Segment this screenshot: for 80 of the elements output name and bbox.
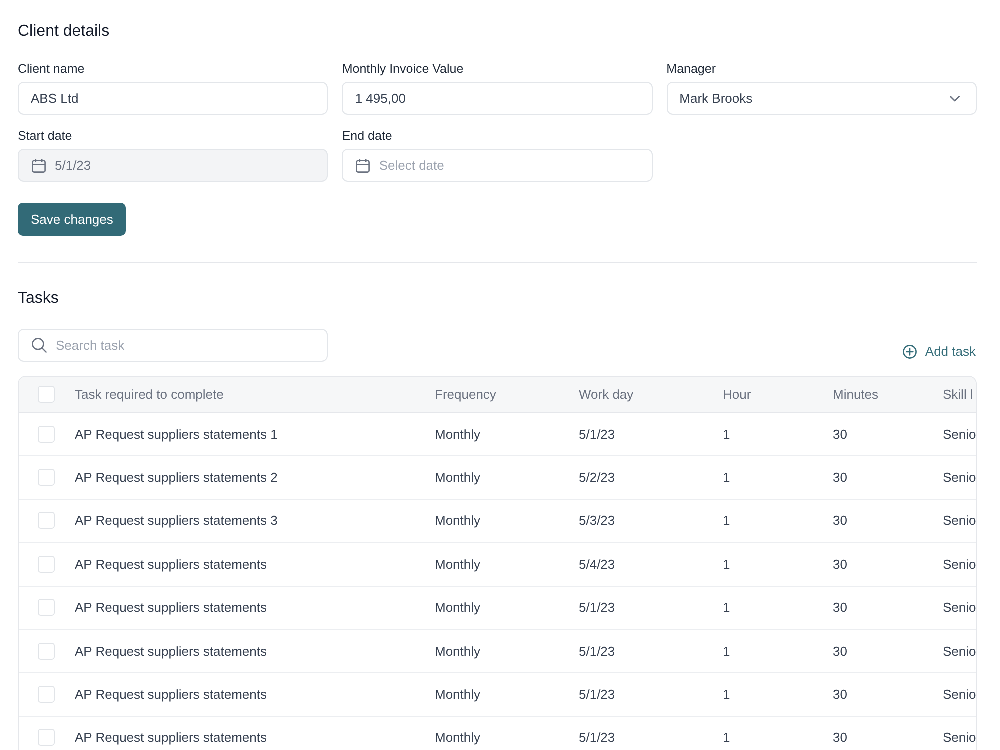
table-cell: AP Request suppliers statements [75, 600, 267, 616]
table-cell: 5/1/23 [579, 687, 616, 702]
table-cell: 1 [723, 644, 730, 659]
select-all-checkbox[interactable] [38, 386, 55, 403]
table-cell: Senio [943, 730, 976, 746]
table-cell: AP Request suppliers statements [75, 730, 267, 746]
table-cell: Monthly [435, 470, 481, 486]
table-cell: 5/4/23 [579, 556, 616, 572]
column-header: Task required to complete [75, 387, 224, 402]
table-cell: Monthly [435, 426, 481, 442]
table-cell: 5/1/23 [579, 644, 616, 659]
chevron-down-icon [950, 96, 960, 102]
save-button[interactable]: Save changes [18, 203, 126, 236]
table-cell: 30 [833, 600, 848, 616]
column-header: Hour [723, 387, 752, 402]
table-cell: Senio [943, 644, 976, 659]
table-cell: Monthly [435, 513, 481, 528]
table-cell: 30 [833, 556, 848, 572]
table-cell: 1 [723, 556, 730, 572]
column-header: Frequency [435, 387, 496, 402]
field-label: Start date [18, 129, 72, 143]
table-cell: 1 [723, 426, 730, 442]
row-checkbox[interactable] [38, 469, 55, 486]
table-cell: 5/1/23 [579, 600, 616, 616]
table-cell: 30 [833, 730, 848, 746]
field-label: Monthly Invoice Value [342, 62, 464, 76]
section-title: Client details [18, 22, 110, 42]
field-label: End date [342, 129, 392, 143]
table-cell: 1 [723, 470, 730, 486]
table-cell: AP Request suppliers statements [75, 556, 267, 572]
section-title: Tasks [18, 289, 59, 309]
field-label: Manager [666, 62, 716, 76]
calendar-icon [32, 158, 46, 172]
table-cell: AP Request suppliers statements [75, 687, 267, 702]
table-cell: Senio [943, 687, 976, 702]
calendar-icon [356, 158, 370, 172]
table-cell: 30 [833, 513, 848, 528]
text-field[interactable]: 1 495,00 [342, 82, 653, 115]
table-cell: 5/1/23 [579, 730, 616, 746]
table-cell: Senio [943, 426, 976, 442]
column-header: Skill l [943, 387, 974, 402]
table-cell: Senio [943, 470, 976, 486]
table-cell: 1 [723, 687, 730, 702]
row-checkbox[interactable] [38, 729, 55, 746]
row-checkbox[interactable] [38, 556, 55, 573]
search-icon [32, 338, 47, 353]
table-cell: 1 [723, 513, 730, 528]
row-checkbox[interactable] [38, 512, 55, 530]
table-cell: 30 [833, 470, 848, 486]
column-header: Minutes [833, 387, 879, 402]
table-cell: Senio [943, 556, 976, 572]
table-cell: 5/2/23 [579, 470, 616, 486]
table-cell: AP Request suppliers statements 1 [75, 426, 278, 442]
table-cell: AP Request suppliers statements [75, 644, 267, 659]
table-cell: AP Request suppliers statements 3 [75, 513, 278, 528]
table-cell: AP Request suppliers statements 2 [75, 470, 278, 486]
row-checkbox[interactable] [38, 426, 55, 443]
table-cell: 30 [833, 644, 848, 659]
table-cell: Monthly [435, 556, 481, 572]
plus-circle-icon [903, 345, 918, 359]
field-label: Client name [18, 62, 85, 76]
table-cell: Senio [943, 600, 976, 616]
add-task-button[interactable]: Add task [903, 344, 977, 360]
row-checkbox[interactable] [38, 686, 55, 704]
table-cell: 30 [833, 426, 848, 442]
table-cell: Monthly [435, 730, 481, 746]
select-field[interactable]: Mark Brooks [666, 82, 977, 115]
table-cell: 1 [723, 730, 730, 746]
table-cell: Monthly [435, 600, 481, 616]
column-header: Work day [579, 387, 634, 402]
table-cell: Senio [943, 513, 976, 528]
row-checkbox[interactable] [38, 642, 55, 660]
text-field[interactable]: ABS Ltd [18, 82, 328, 115]
table-cell: 5/3/23 [579, 513, 616, 528]
table-cell: 1 [723, 600, 730, 616]
table-cell: Monthly [435, 687, 481, 702]
table-cell: Monthly [435, 644, 481, 659]
table-cell: 5/1/23 [579, 426, 616, 442]
table-cell: 30 [833, 687, 848, 702]
row-checkbox[interactable] [38, 599, 55, 616]
